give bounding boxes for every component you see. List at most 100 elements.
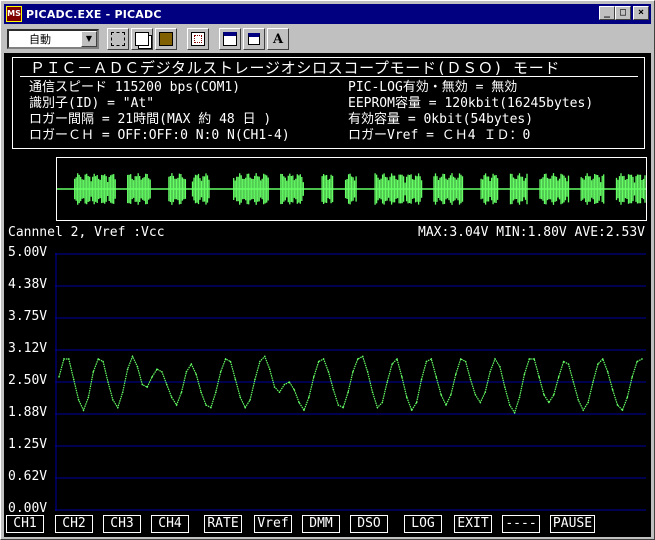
waveform-point (391, 363, 393, 365)
function-key-vref[interactable]: Vref (254, 515, 292, 533)
waveform-point (641, 358, 643, 360)
waveform-point (582, 409, 585, 411)
overview-waveform-plot (57, 173, 646, 205)
waveform-point (631, 376, 634, 378)
waveform-point (249, 399, 251, 401)
waveform-point (577, 399, 580, 401)
function-key-exit[interactable]: EXIT (454, 515, 492, 533)
waveform-point (312, 376, 315, 378)
properties-button[interactable] (219, 28, 241, 50)
function-key-dso[interactable]: DSO (350, 515, 388, 533)
waveform-point (165, 383, 168, 386)
waveform-point (288, 381, 291, 383)
waveform-point (67, 358, 70, 360)
logger-interval-line: ロガー間隔 = 21時間(MAX 約 48 日 ) (29, 112, 272, 127)
waveform-point (87, 396, 90, 399)
waveform-point (518, 396, 521, 399)
function-key-ch1[interactable]: CH1 (6, 515, 44, 533)
function-key-ch4[interactable]: CH4 (151, 515, 189, 533)
waveform-point (513, 411, 516, 414)
comm-speed-line: 通信スピード 115200 bps(COM1) (29, 80, 241, 95)
waveform-point (587, 401, 589, 404)
function-key-log[interactable]: LOG (404, 515, 442, 533)
zoom-select[interactable]: 自動 ▼ (7, 29, 99, 49)
waveform-point (82, 409, 85, 411)
waveform-point (107, 381, 109, 383)
window-controls: _ □ × (599, 6, 649, 20)
mark-icon (111, 32, 125, 46)
waveform-point (92, 370, 95, 373)
valid-capacity-line: 有効容量 = 0kbit(54bytes) (348, 112, 534, 127)
waveform-point (214, 391, 217, 394)
waveform-point (180, 391, 183, 394)
waveform-point (357, 358, 359, 360)
close-button[interactable]: × (633, 6, 649, 20)
function-key-ch2[interactable]: CH2 (55, 515, 93, 533)
waveform-point (97, 358, 99, 360)
info-panel: ＰＩＣ－ＡＤＣデジタルストレージオシロスコープモード(ＤＳＯ) モード 通信スピ… (12, 57, 645, 149)
waveform-point (484, 391, 487, 394)
waveform-point (401, 376, 403, 378)
waveform-point (352, 370, 354, 373)
title-bar[interactable]: MS PICADC.EXE - PICADC _ □ × (4, 4, 651, 24)
maximize-button[interactable]: □ (615, 6, 631, 20)
waveform-point (459, 358, 462, 360)
function-key-blank[interactable]: ---- (502, 515, 540, 533)
y-tick-label: 2.50V (8, 373, 48, 388)
waveform-point (278, 391, 281, 394)
chevron-down-icon[interactable]: ▼ (81, 31, 97, 47)
waveform-point (410, 409, 413, 411)
minimize-button[interactable]: _ (599, 6, 615, 20)
waveform-point (371, 391, 374, 394)
channel-label: Cannnel 2, Vref :Vcc (8, 225, 165, 240)
waveform-point (474, 394, 477, 396)
scope-plot (55, 253, 646, 511)
waveform-point (425, 360, 428, 363)
function-key-dmm[interactable]: DMM (302, 515, 340, 533)
waveform-point (200, 391, 202, 394)
waveform-point (72, 378, 75, 381)
id-line: 識別子(ID) = "At" (29, 96, 155, 111)
function-key-rate[interactable]: RATE (204, 515, 242, 533)
waveform-point (366, 370, 369, 373)
waveform-point (420, 378, 423, 381)
waveform-point (528, 358, 531, 360)
mark-button[interactable] (107, 28, 129, 50)
function-key-pause[interactable]: PAUSE (550, 515, 595, 533)
waveform-point (244, 406, 246, 409)
waveform-point (572, 381, 575, 383)
app-window: MS PICADC.EXE - PICADC _ □ × 自動 ▼ A ＰＩＣ－… (0, 0, 655, 540)
waveform-point (445, 404, 447, 406)
paste-button[interactable] (155, 28, 177, 50)
waveform-point (621, 409, 624, 411)
waveform-point (161, 370, 163, 373)
waveform-point (592, 381, 594, 383)
waveform-point (308, 396, 310, 399)
waveform-point (557, 376, 560, 378)
overview-waveform[interactable] (56, 157, 647, 221)
waveform-point (381, 401, 384, 404)
waveform-point (435, 376, 438, 378)
app-icon[interactable]: MS (6, 6, 22, 22)
waveform-point (533, 358, 536, 360)
waveform-point (332, 388, 335, 391)
toolbar: 自動 ▼ A (4, 27, 651, 51)
waveform-point (464, 360, 467, 363)
function-key-ch3[interactable]: CH3 (103, 515, 141, 533)
waveform-point (268, 368, 271, 370)
copy-button[interactable] (131, 28, 153, 50)
y-tick-label: 0.62V (8, 469, 48, 484)
waveform-point (283, 383, 286, 386)
fullscreen-button[interactable] (187, 28, 209, 50)
waveform-point (317, 360, 320, 363)
font-button[interactable]: A (267, 28, 289, 50)
waveform-point (469, 378, 472, 381)
waveform-point (376, 406, 379, 409)
waveform-point (415, 401, 418, 404)
y-tick-label: 5.00V (8, 245, 48, 260)
fullscreen-icon (191, 32, 205, 46)
waveform-point (170, 396, 173, 399)
background-button[interactable] (243, 28, 265, 50)
waveform-point (273, 386, 276, 388)
waveform-point (146, 386, 148, 388)
